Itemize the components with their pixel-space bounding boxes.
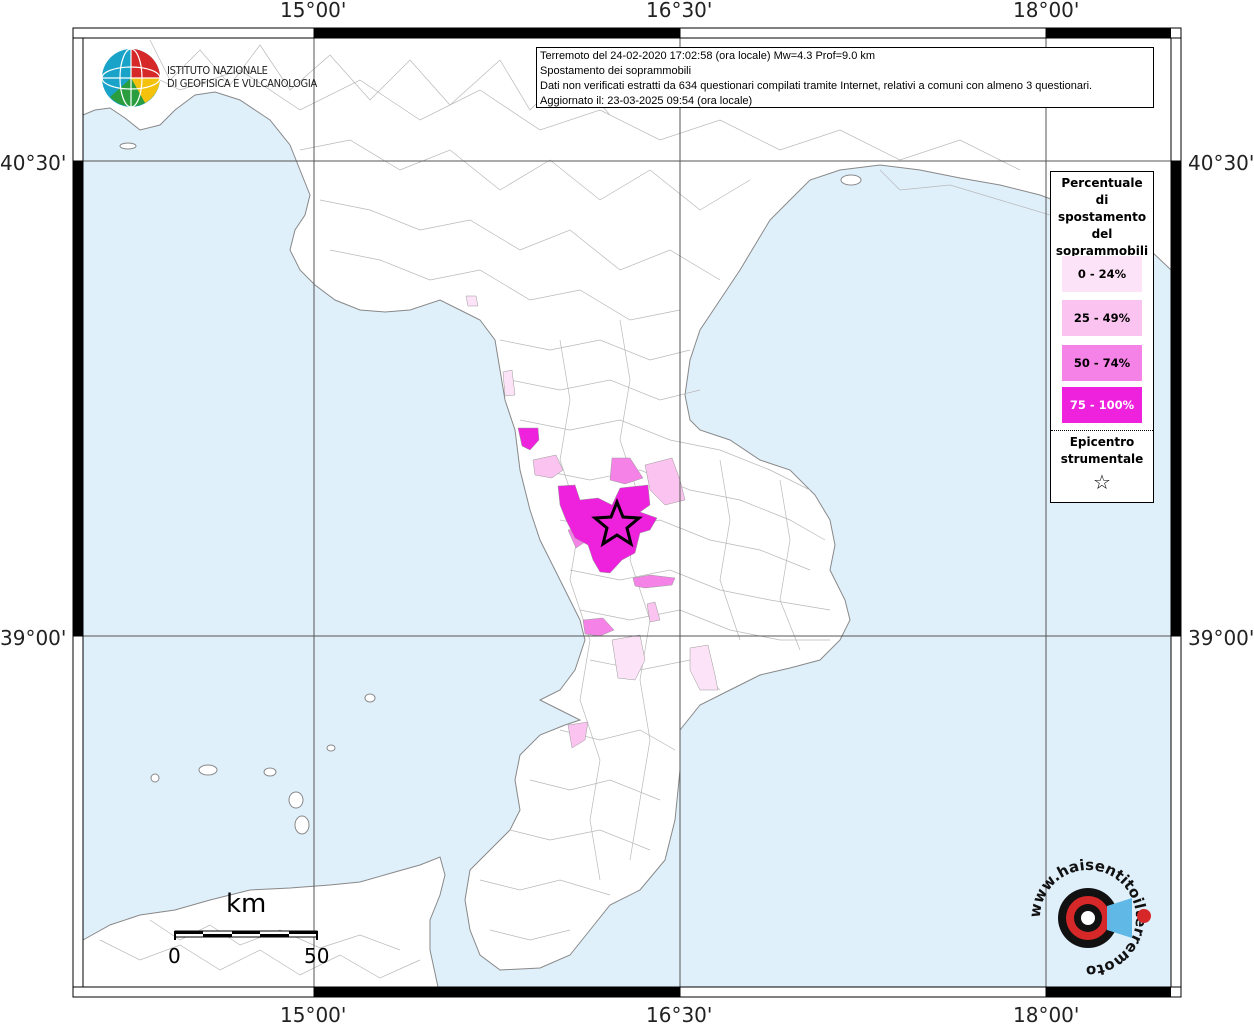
- legend-separator: [1051, 430, 1153, 431]
- ingv-line: ISTITUTO NAZIONALE: [167, 64, 268, 77]
- epicenter-title-line: Epicentro: [1069, 435, 1135, 449]
- island: [294, 815, 310, 835]
- scale-min-label: 0: [168, 944, 181, 968]
- data-note-line: Dati non verificati estratti da 634 ques…: [540, 80, 1093, 92]
- updated-line: Aggiornato il: 23-03-2025 09:54 (ora loc…: [540, 95, 753, 107]
- island: [364, 693, 376, 703]
- legend: Percentuale di spostamento del soprammob…: [1050, 171, 1154, 503]
- event-info-box: Terremoto del 24-02-2020 17:02:58 (ora l…: [536, 47, 1154, 108]
- left-label-2: 39°00': [0, 626, 66, 650]
- epicenter-title-line: strumentale: [1060, 452, 1144, 466]
- island: [326, 744, 336, 752]
- legend-star-icon: ☆: [1093, 470, 1111, 494]
- island: [119, 142, 137, 150]
- right-label-2: 39°00': [1188, 626, 1254, 650]
- island: [263, 767, 277, 777]
- legend-title-line: spostamento: [1057, 210, 1147, 224]
- island: [198, 764, 218, 776]
- bottom-label-1: 15°00': [280, 1003, 346, 1024]
- left-label-1: 40°30': [0, 151, 66, 175]
- right-label-1: 40°30': [1188, 151, 1254, 175]
- scale-unit-label: km: [226, 889, 267, 919]
- legend-title-line: Percentuale: [1061, 176, 1143, 190]
- island: [840, 174, 862, 186]
- top-label-2: 16°30': [646, 0, 712, 22]
- legend-epicenter-label: Epicentro strumentale: [1051, 434, 1153, 468]
- top-label-1: 15°00': [280, 0, 346, 22]
- legend-item-0-24: 0 - 24%: [1062, 256, 1142, 292]
- island: [288, 791, 304, 809]
- legend-item-75-100: 75 - 100%: [1062, 387, 1142, 423]
- legend-title-line: di: [1095, 193, 1109, 207]
- bottom-label-2: 16°30': [646, 1003, 712, 1024]
- haisentito-logo-icon: www.haisentitoilterremoto.it: [1022, 858, 1151, 976]
- bottom-label-3: 18°00': [1013, 1003, 1079, 1024]
- scale-max-label: 50: [304, 944, 330, 968]
- ingv-line: DI GEOFISICA E VULCANOLOGIA: [167, 77, 317, 90]
- legend-title: Percentuale di spostamento del soprammob…: [1051, 172, 1153, 260]
- map-type-line: Spostamento dei soprammobili: [540, 65, 692, 77]
- ingv-logo-text: ISTITUTO NAZIONALE DI GEOFISICA E VULCAN…: [167, 64, 317, 90]
- legend-item-25-49: 25 - 49%: [1062, 300, 1142, 336]
- top-label-3: 18°00': [1013, 0, 1079, 22]
- municipality-0-24: [465, 295, 479, 307]
- event-line: Terremoto del 24-02-2020 17:02:58 (ora l…: [540, 50, 876, 62]
- legend-title-line: del: [1091, 227, 1113, 241]
- legend-item-50-74: 50 - 74%: [1062, 345, 1142, 381]
- island: [150, 773, 160, 783]
